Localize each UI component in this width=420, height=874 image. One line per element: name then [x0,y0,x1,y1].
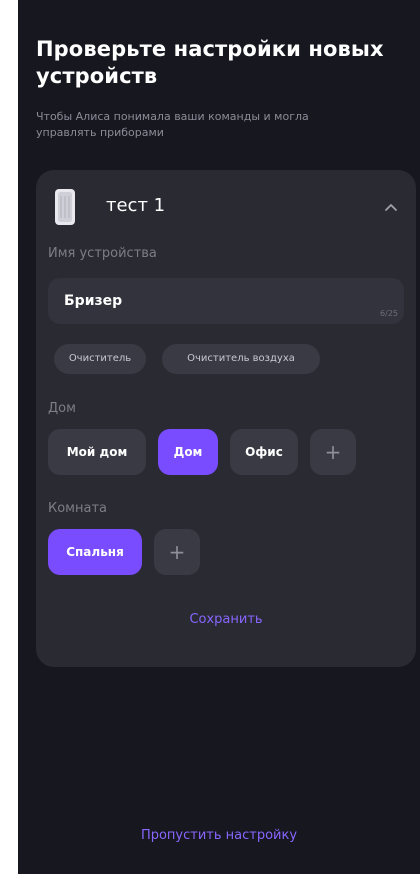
device-setup-screen: Проверьте настройки новых устройств Чтоб… [18,0,420,874]
skip-setup-link[interactable]: Пропустить настройку [18,828,420,843]
page-title: Проверьте настройки новых устройств [36,37,384,88]
name-char-counter: 6/25 [380,309,398,318]
room-option-bedroom-selected[interactable]: Спальня [48,529,142,575]
house-label: Дом [48,401,76,416]
house-option-office[interactable]: Офис [230,429,298,475]
add-room-button[interactable]: + [154,529,200,575]
room-label: Комната [48,501,107,516]
device-name-label: Имя устройства [48,246,157,261]
suggestion-chip-air-purifier[interactable]: Очиститель воздуха [162,344,320,374]
add-house-button[interactable]: + [310,429,356,475]
save-button[interactable]: Сохранить [36,612,416,627]
device-name-field[interactable]: 6/25 [48,278,404,324]
device-settings-card: тест 1 Имя устройства 6/25 Очиститель Оч… [36,170,416,667]
page-subtitle: Чтобы Алиса понимала ваши команды и могл… [36,110,309,139]
suggestion-chip-purifier[interactable]: Очиститель [54,344,146,374]
collapse-button[interactable] [380,196,402,218]
device-name: тест 1 [106,195,166,216]
chevron-up-icon [385,203,397,211]
house-option-my-home[interactable]: Мой дом [48,429,146,475]
house-option-home-selected[interactable]: Дом [158,429,218,475]
device-name-input[interactable] [64,291,364,311]
air-purifier-icon [55,189,75,225]
